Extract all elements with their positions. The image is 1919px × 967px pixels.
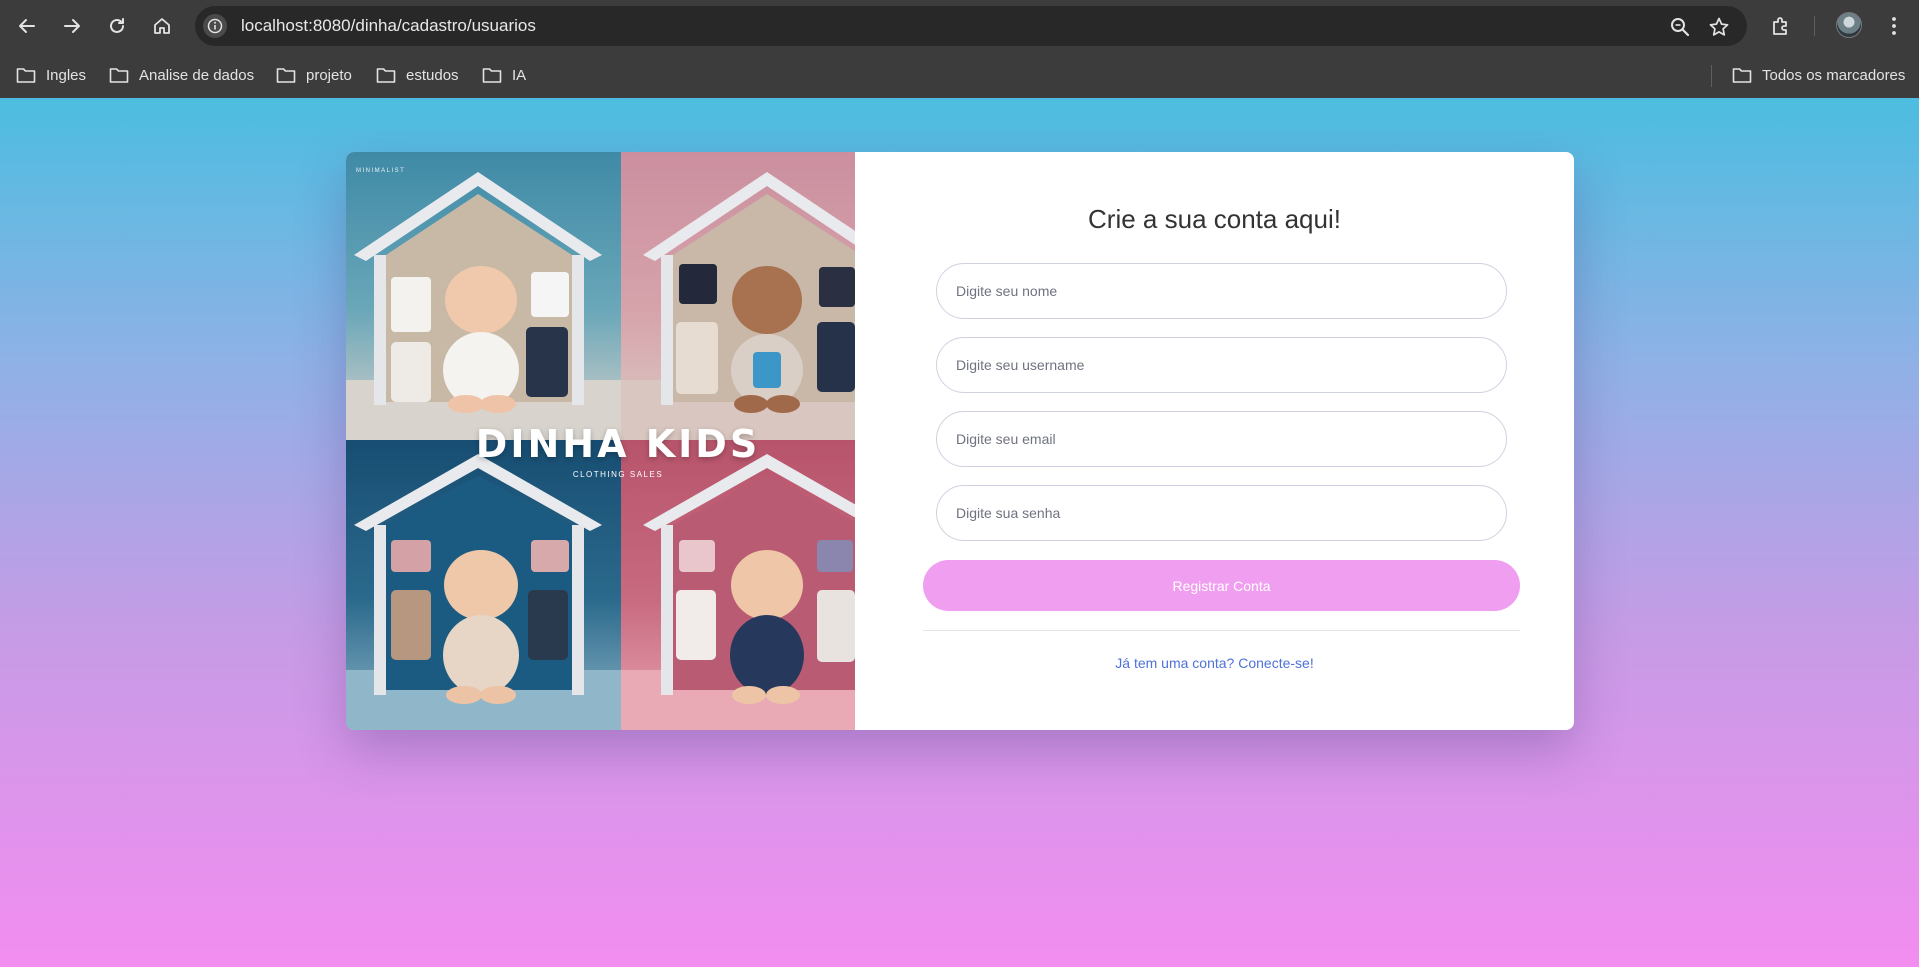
bookmark-star-button[interactable]: [1708, 16, 1730, 38]
bookmark-label: estudos: [406, 66, 459, 84]
puzzle-icon: [1773, 17, 1787, 35]
form-divider: [923, 630, 1520, 631]
kebab-menu-icon: [1892, 17, 1896, 35]
forward-button[interactable]: [56, 10, 88, 42]
signup-form: Crie a sua conta aqui! Registrar Conta J…: [855, 152, 1574, 730]
illustration-quadrant: [621, 440, 855, 730]
name-input[interactable]: [936, 263, 1507, 319]
house-illustration: [643, 172, 855, 413]
username-input[interactable]: [936, 337, 1507, 393]
register-button[interactable]: Registrar Conta: [923, 560, 1520, 611]
illustration-quadrant: [621, 152, 855, 440]
browser-toolbar: localhost:8080/dinha/cadastro/usuarios: [0, 0, 1919, 52]
hero-image: MINIMALIST DINHA KIDS CLOTHING SALES: [346, 152, 855, 730]
login-link[interactable]: Já tem uma conta? Conecte-se!: [855, 655, 1574, 671]
bookmark-label: projeto: [306, 66, 352, 84]
bookmark-label: IA: [512, 66, 527, 84]
toolbar-separator: [1814, 16, 1815, 36]
hero-subtitle: CLOTHING SALES: [572, 470, 664, 479]
info-icon: [207, 18, 223, 34]
menu-button[interactable]: [1882, 14, 1906, 38]
zoom-button[interactable]: [1669, 16, 1691, 38]
signup-card: MINIMALIST DINHA KIDS CLOTHING SALES Cri…: [346, 152, 1574, 730]
all-bookmarks-label: Todos os marcadores: [1762, 66, 1906, 84]
form-title: Crie a sua conta aqui!: [1088, 204, 1341, 234]
house-illustration: [643, 454, 855, 704]
email-input[interactable]: [936, 411, 1507, 467]
url-text[interactable]: localhost:8080/dinha/cadastro/usuarios: [241, 16, 536, 36]
reload-button[interactable]: [101, 10, 133, 42]
bookmark-label: Ingles: [46, 66, 87, 84]
bookmark-folder-ingles[interactable]: Ingles: [16, 64, 86, 86]
arrow-left-icon: [19, 19, 35, 33]
bookmarks-bar: Ingles Analise de dados projeto estudos …: [0, 52, 1919, 98]
illustration-quadrant: [346, 440, 621, 730]
bookmarks-separator: [1711, 65, 1712, 87]
arrow-right-icon: [64, 19, 80, 33]
illustration-quadrant: [346, 152, 621, 440]
hero-brand-small: MINIMALIST: [356, 168, 406, 174]
all-bookmarks-button[interactable]: Todos os marcadores: [1732, 64, 1905, 86]
folder-icon: [276, 68, 296, 83]
profile-avatar[interactable]: [1836, 12, 1862, 38]
home-button[interactable]: [146, 10, 178, 42]
back-button[interactable]: [11, 10, 43, 42]
bookmark-folder-analise-de-dados[interactable]: Analise de dados: [109, 64, 254, 86]
hero-title: DINHA KIDS: [475, 422, 761, 466]
reload-icon: [110, 18, 124, 33]
address-bar[interactable]: localhost:8080/dinha/cadastro/usuarios: [195, 6, 1747, 46]
house-illustration: [354, 172, 602, 413]
star-icon: [1709, 17, 1729, 36]
bookmark-folder-ia[interactable]: IA: [482, 64, 526, 86]
site-info-button[interactable]: [203, 14, 227, 38]
page-background: MINIMALIST DINHA KIDS CLOTHING SALES Cri…: [0, 98, 1919, 967]
bookmark-folder-projeto[interactable]: projeto: [276, 64, 352, 86]
folder-icon: [16, 68, 36, 83]
zoom-icon: [1671, 18, 1690, 37]
extensions-button[interactable]: [1769, 14, 1793, 38]
bookmark-label: Analise de dados: [139, 66, 255, 84]
home-icon: [154, 18, 170, 34]
folder-icon: [1732, 68, 1752, 83]
house-illustration: [354, 454, 602, 704]
password-input[interactable]: [936, 485, 1507, 541]
bookmark-folder-estudos[interactable]: estudos: [376, 64, 459, 86]
folder-icon: [482, 68, 502, 83]
folder-icon: [109, 68, 129, 83]
folder-icon: [376, 68, 396, 83]
